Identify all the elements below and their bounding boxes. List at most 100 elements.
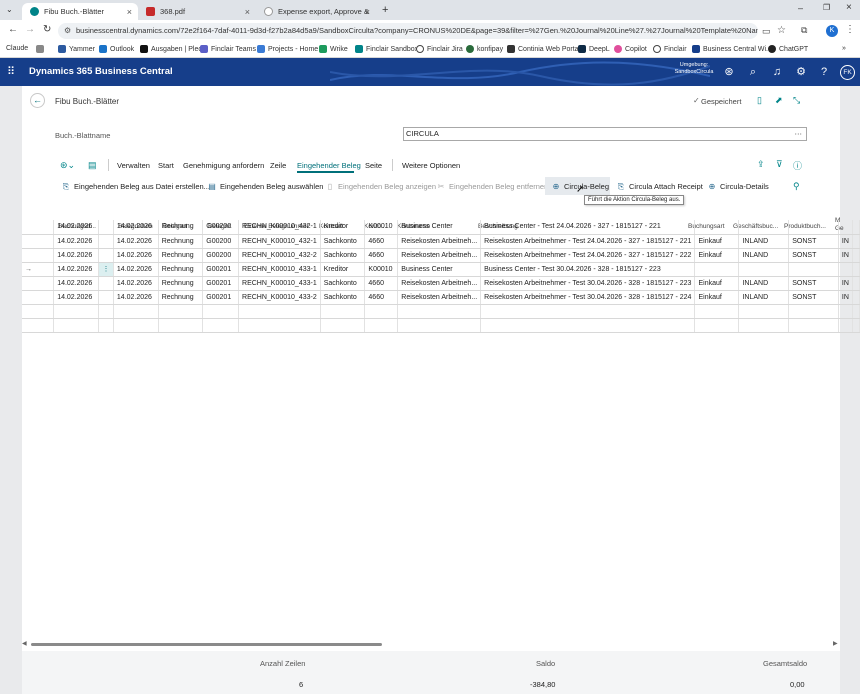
search-icon[interactable]: ⌕ — [746, 65, 760, 79]
remove-incoming-doc-button[interactable]: ✂ Eingehenden Beleg entfernen — [437, 182, 549, 191]
cell-buchungsdatum[interactable]: 14.02.2026 — [53, 220, 99, 235]
cell-geschaeftsbuchungsgruppe[interactable] — [738, 220, 790, 235]
cell-kontoart[interactable]: Kreditor — [320, 262, 366, 277]
empty-cell[interactable] — [694, 318, 740, 333]
cell-kontoname[interactable]: Reisekosten Arbeitneh... — [397, 248, 482, 263]
bookmark-item[interactable]: Finclair Jira — [416, 45, 463, 53]
cell-kontonr[interactable]: 4660 — [364, 234, 399, 249]
cell-beschreibung[interactable]: Reisekosten Arbeitnehmer - Test 30.04.20… — [480, 290, 696, 305]
copilot-icon[interactable]: ⊛ — [722, 65, 736, 79]
site-info-icon[interactable]: ⚙ — [64, 26, 71, 35]
show-incoming-doc-button[interactable]: ▯ Eingehenden Beleg anzeigen — [326, 182, 436, 191]
bookmark-item[interactable]: konfipay — [466, 45, 503, 53]
cell-kontonr[interactable]: 4660 — [364, 290, 399, 305]
table-row[interactable]: 14.02.2026 14.02.2026 Rechnung G00201 RECHN_… — [22, 290, 860, 305]
row-marker[interactable] — [22, 304, 55, 319]
cell-buchungsdatum[interactable]: 14.02.2026 — [53, 276, 99, 291]
cell-belegdatum[interactable]: 14.02.2026 — [113, 220, 159, 235]
user-avatar[interactable]: FK — [840, 65, 855, 80]
cell-geschaeftsbuchungsgruppe[interactable]: INLAND — [738, 234, 790, 249]
cell-produktbuchungsgruppe[interactable]: SONST — [788, 234, 839, 249]
row-actions-icon[interactable] — [98, 248, 114, 263]
bookmark-item[interactable]: Continia Web Portal — [507, 45, 580, 53]
row-actions-icon[interactable] — [98, 304, 114, 319]
empty-cell[interactable] — [158, 304, 204, 319]
cell-m[interactable]: IN — [838, 290, 854, 305]
empty-cell[interactable] — [694, 304, 740, 319]
empty-cell[interactable] — [53, 304, 99, 319]
empty-cell[interactable] — [397, 304, 482, 319]
table-row[interactable]: 14.02.2026 14.02.2026 Rechnung G00200 RECHN_… — [22, 234, 860, 249]
tab-genehmigung-anfordern[interactable]: Genehmigung anfordern — [183, 161, 264, 170]
row-marker[interactable] — [22, 248, 55, 263]
row-actions-icon[interactable] — [98, 290, 114, 305]
back-button[interactable]: ← — [30, 93, 45, 108]
cell-beschreibung[interactable]: Reisekosten Arbeitnehmer - Test 24.04.20… — [480, 234, 696, 249]
cell-m[interactable] — [838, 262, 854, 277]
batch-name-field[interactable]: CIRCULA ⋯ — [403, 127, 807, 141]
cell-kontoname[interactable]: Business Center — [397, 262, 482, 277]
lookup-ellipsis-icon[interactable]: ⋯ — [795, 128, 803, 140]
empty-cell[interactable] — [113, 318, 159, 333]
cell-m[interactable]: IN — [838, 248, 854, 263]
browser-tab[interactable]: 368.pdf × — [138, 3, 256, 20]
empty-cell[interactable] — [397, 318, 482, 333]
table-row[interactable] — [22, 318, 860, 333]
empty-cell[interactable] — [364, 304, 399, 319]
cell-geschaeftsbuchungsgruppe[interactable]: INLAND — [738, 276, 790, 291]
cell-kontoart[interactable]: Sachkonto — [320, 248, 366, 263]
cell-beschreibung[interactable]: Business Center - Test 24.04.2026 - 327 … — [480, 220, 696, 235]
cell-beschreibung[interactable]: Reisekosten Arbeitnehmer - Test 30.04.20… — [480, 276, 696, 291]
cell-beschreibung[interactable]: Reisekosten Arbeitnehmer - Test 24.04.20… — [480, 248, 696, 263]
info-icon[interactable]: ⓘ — [793, 159, 802, 172]
cell-buchungsart[interactable]: Einkauf — [694, 290, 740, 305]
tab-seite[interactable]: Seite — [365, 161, 382, 170]
bookmark-item[interactable]: Outlook — [99, 45, 134, 53]
cell-buchungsart[interactable] — [694, 220, 740, 235]
scroll-left-icon[interactable]: ◀ — [22, 640, 27, 647]
table-row[interactable]: 14.02.2026 14.02.2026 Rechnung G00201 RECHN_… — [22, 276, 860, 291]
row-actions-icon[interactable] — [98, 234, 114, 249]
tab-verwalten[interactable]: Verwalten — [117, 161, 150, 170]
row-actions-icon[interactable] — [98, 276, 114, 291]
collapse-icon[interactable]: ⤡ — [793, 95, 800, 106]
filter-icon[interactable]: ⊽ — [776, 159, 783, 170]
cell-buchungsart[interactable] — [694, 262, 740, 277]
table-row[interactable]: 14.02.2026 14.02.2026 Rechnung G00200 RECHN_… — [22, 220, 860, 235]
forward-icon[interactable]: → — [25, 24, 35, 35]
bookmark-item[interactable]: Business Central Wi... — [692, 45, 772, 53]
cell-kontonr[interactable]: K00010 — [364, 220, 399, 235]
new-tab-icon[interactable]: + — [382, 4, 388, 16]
tab-zeile[interactable]: Zeile — [270, 161, 286, 170]
empty-cell[interactable] — [838, 304, 854, 319]
empty-cell[interactable] — [238, 304, 321, 319]
cell-m[interactable] — [838, 220, 854, 235]
minimize-window-icon[interactable]: – — [798, 3, 803, 13]
table-row[interactable]: 14.02.2026 14.02.2026 Rechnung G00200 RECHN_… — [22, 248, 860, 263]
cell-belegnr[interactable]: G00200 — [202, 248, 240, 263]
cell-externe-belegnummer[interactable]: RECHN_K00010_432-1 — [238, 220, 321, 235]
empty-cell[interactable] — [788, 304, 839, 319]
close-tab-icon[interactable]: × — [245, 7, 250, 17]
horizontal-scrollbar[interactable] — [31, 643, 382, 646]
cell-kontoart[interactable]: Kreditor — [320, 220, 366, 235]
close-tab-icon[interactable]: × — [127, 7, 132, 17]
bookmark-item[interactable]: Projects - Home — [257, 45, 318, 53]
close-tab-icon[interactable]: × — [365, 7, 370, 17]
new-document-icon[interactable]: ▤ — [88, 160, 97, 171]
cell-kontoname[interactable]: Reisekosten Arbeitneh... — [397, 276, 482, 291]
browser-menu-icon[interactable]: ⋮ — [845, 24, 855, 35]
cell-buchungsart[interactable]: Einkauf — [694, 276, 740, 291]
scroll-right-icon[interactable]: ▶ — [833, 640, 838, 647]
tab-start[interactable]: Start — [158, 161, 174, 170]
cell-m[interactable]: IN — [838, 276, 854, 291]
cell-buchungsart[interactable]: Einkauf — [694, 234, 740, 249]
cell-kontoart[interactable]: Sachkonto — [320, 234, 366, 249]
empty-cell[interactable] — [202, 304, 240, 319]
cell-kontoart[interactable]: Sachkonto — [320, 276, 366, 291]
empty-cell[interactable] — [113, 304, 159, 319]
browser-tab[interactable]: Expense export, Approve & Co × — [256, 3, 376, 20]
create-incoming-doc-from-file-button[interactable]: ⎘ Eingehenden Beleg aus Datei erstellen..… — [62, 182, 210, 191]
app-launcher-icon[interactable]: ⠿ — [7, 65, 15, 78]
cell-buchungsart[interactable]: Einkauf — [694, 248, 740, 263]
